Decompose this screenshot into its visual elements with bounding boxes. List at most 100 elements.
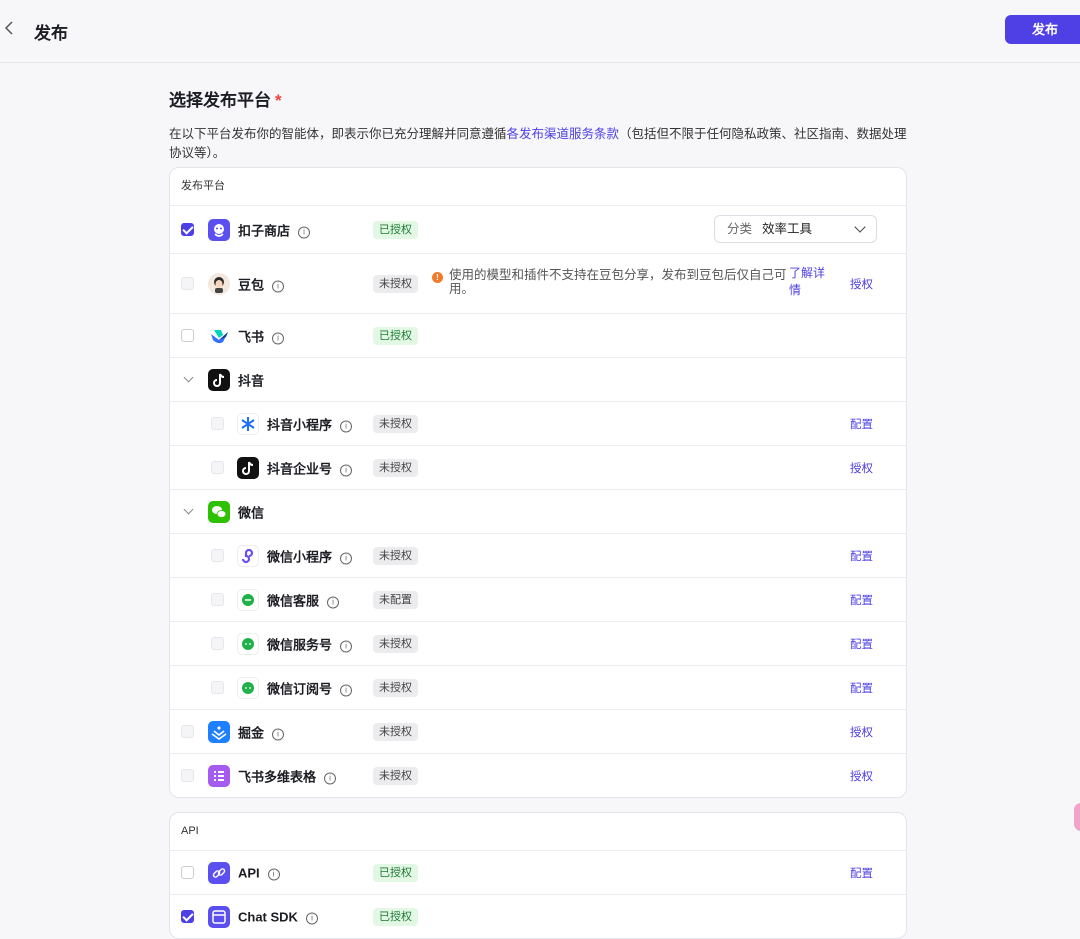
top-bar: 发布 发布 <box>0 0 1080 63</box>
wechat-service-name: 微信服务号 i <box>267 634 353 653</box>
status-badge: 已授权 <box>373 907 418 926</box>
status-badge: 未授权 <box>373 722 418 741</box>
category-prefix: 分类 <box>727 222 753 236</box>
wechat-service-config-link[interactable]: 配置 <box>850 636 873 652</box>
info-icon[interactable]: i <box>298 226 311 238</box>
warning-icon: ! <box>432 271 443 283</box>
douyin-mini-label: 抖音小程序 <box>267 417 333 432</box>
wechat-mini-checkbox <box>211 548 224 562</box>
wechat-mini-config-link[interactable]: 配置 <box>850 548 873 564</box>
wechat-sub-label: 微信订阅号 <box>267 681 333 696</box>
wechat-service-checkbox <box>211 636 224 650</box>
douyin-biz-label: 抖音企业号 <box>267 461 333 476</box>
wechat-mini-label: 微信小程序 <box>267 549 333 564</box>
status-badge: 已授权 <box>373 220 418 239</box>
wechat-icon <box>208 500 230 523</box>
info-icon[interactable]: i <box>272 728 285 740</box>
status-badge: 未授权 <box>373 678 418 697</box>
douyin-mini-icon <box>237 412 259 435</box>
platform-row-juejin: 掘金 i 未授权 授权 <box>170 710 906 754</box>
douyin-biz-checkbox <box>211 460 224 474</box>
chevron-down-icon[interactable] <box>183 371 195 387</box>
status-badge: 已授权 <box>373 326 418 345</box>
platform-row-chat-sdk: Chat SDK i 已授权 <box>170 895 906 938</box>
category-select[interactable]: 分类 效率工具 <box>714 215 877 243</box>
info-icon[interactable]: i <box>305 912 318 924</box>
info-icon[interactable]: i <box>267 868 280 880</box>
wechat-kf-icon <box>237 588 259 611</box>
floating-assistant-button[interactable] <box>1074 803 1080 831</box>
juejin-authorize-link[interactable]: 授权 <box>850 724 873 740</box>
douyin-mini-config-link[interactable]: 配置 <box>850 416 873 432</box>
service-terms-link[interactable]: 各发布渠道服务条款 <box>507 127 620 141</box>
juejin-checkbox <box>181 724 194 738</box>
platform-group-wechat[interactable]: 微信 <box>170 490 906 534</box>
chevron-left-icon[interactable] <box>4 20 18 40</box>
info-icon[interactable]: i <box>324 772 337 784</box>
doubao-label: 豆包 <box>238 277 265 292</box>
doubao-authorize-link[interactable]: 授权 <box>850 276 873 292</box>
learn-more-link[interactable]: 了解详情 <box>789 265 833 299</box>
info-icon[interactable]: i <box>340 552 353 564</box>
required-mark: * <box>275 91 282 110</box>
api-checkbox[interactable] <box>181 865 194 879</box>
coze-store-label: 扣子商店 <box>238 223 291 238</box>
status-badge: 未授权 <box>373 458 418 477</box>
juejin-label: 掘金 <box>238 725 265 740</box>
douyin-icon <box>208 368 230 391</box>
platform-row-wechat-service: 微信服务号 i 未授权 配置 <box>170 622 906 666</box>
platform-row-coze-store: 扣子商店 i 已授权 分类 效率工具 <box>170 206 906 254</box>
douyin-mini-checkbox <box>211 416 224 430</box>
coze-store-icon <box>208 218 230 241</box>
wechat-kf-label: 微信客服 <box>267 593 320 608</box>
info-icon[interactable]: i <box>340 640 353 652</box>
info-icon[interactable]: i <box>327 596 340 608</box>
chat-sdk-label: Chat SDK <box>238 909 298 924</box>
feishu-base-icon <box>208 764 230 787</box>
desc-prefix: 在以下平台发布你的智能体，即表示你已充分理解并同意遵循 <box>169 127 507 141</box>
status-badge: 未授权 <box>373 634 418 653</box>
platform-row-wechat-kf: 微信客服 i 未配置 配置 <box>170 578 906 622</box>
chevron-down-icon <box>854 221 866 233</box>
coze-store-checkbox[interactable] <box>181 222 194 236</box>
terms-description: 在以下平台发布你的智能体，即表示你已充分理解并同意遵循各发布渠道服务条款（包括但… <box>169 125 909 163</box>
platform-row-feishu: 飞书 i 已授权 <box>170 314 906 358</box>
status-badge: 已授权 <box>373 863 418 882</box>
status-badge: 未授权 <box>373 546 418 565</box>
platform-card-header: 发布平台 <box>170 168 906 206</box>
feishu-base-checkbox <box>181 768 194 782</box>
chevron-down-icon[interactable] <box>183 503 195 519</box>
feishu-base-authorize-link[interactable]: 授权 <box>850 768 873 784</box>
info-icon[interactable]: i <box>340 684 353 696</box>
coze-store-name: 扣子商店 i <box>238 220 311 239</box>
api-card-header: API <box>170 813 906 851</box>
info-icon[interactable]: i <box>340 464 353 476</box>
link-icon <box>208 861 230 884</box>
info-icon[interactable]: i <box>272 280 285 292</box>
platform-row-api: API i 已授权 配置 <box>170 851 906 895</box>
platform-row-douyin-biz: 抖音企业号 i 未授权 授权 <box>170 446 906 490</box>
wechat-kf-config-link[interactable]: 配置 <box>850 592 873 608</box>
info-icon[interactable]: i <box>340 420 353 432</box>
wechat-sub-config-link[interactable]: 配置 <box>850 680 873 696</box>
info-icon[interactable]: i <box>272 332 285 344</box>
wechat-sub-name: 微信订阅号 i <box>267 678 353 697</box>
chat-sdk-name: Chat SDK i <box>238 909 318 924</box>
publish-button[interactable]: 发布 <box>1005 15 1080 44</box>
section-title-text: 选择发布平台 <box>169 91 271 110</box>
feishu-checkbox[interactable] <box>181 328 194 342</box>
douyin-biz-authorize-link[interactable]: 授权 <box>850 460 873 476</box>
wechat-service-icon <box>237 632 259 655</box>
platform-group-douyin[interactable]: 抖音 <box>170 358 906 402</box>
wechat-kf-name: 微信客服 i <box>267 590 340 609</box>
wechat-kf-checkbox <box>211 592 224 606</box>
wechat-service-label: 微信服务号 <box>267 637 333 652</box>
doubao-icon <box>208 272 230 295</box>
juejin-name: 掘金 i <box>238 722 285 741</box>
doubao-name: 豆包 i <box>238 274 285 293</box>
api-config-link[interactable]: 配置 <box>850 865 873 881</box>
douyin-biz-icon <box>237 456 259 479</box>
wechat-sub-icon <box>237 676 259 699</box>
wechat-sub-checkbox <box>211 680 224 694</box>
chat-sdk-checkbox[interactable] <box>181 909 194 923</box>
